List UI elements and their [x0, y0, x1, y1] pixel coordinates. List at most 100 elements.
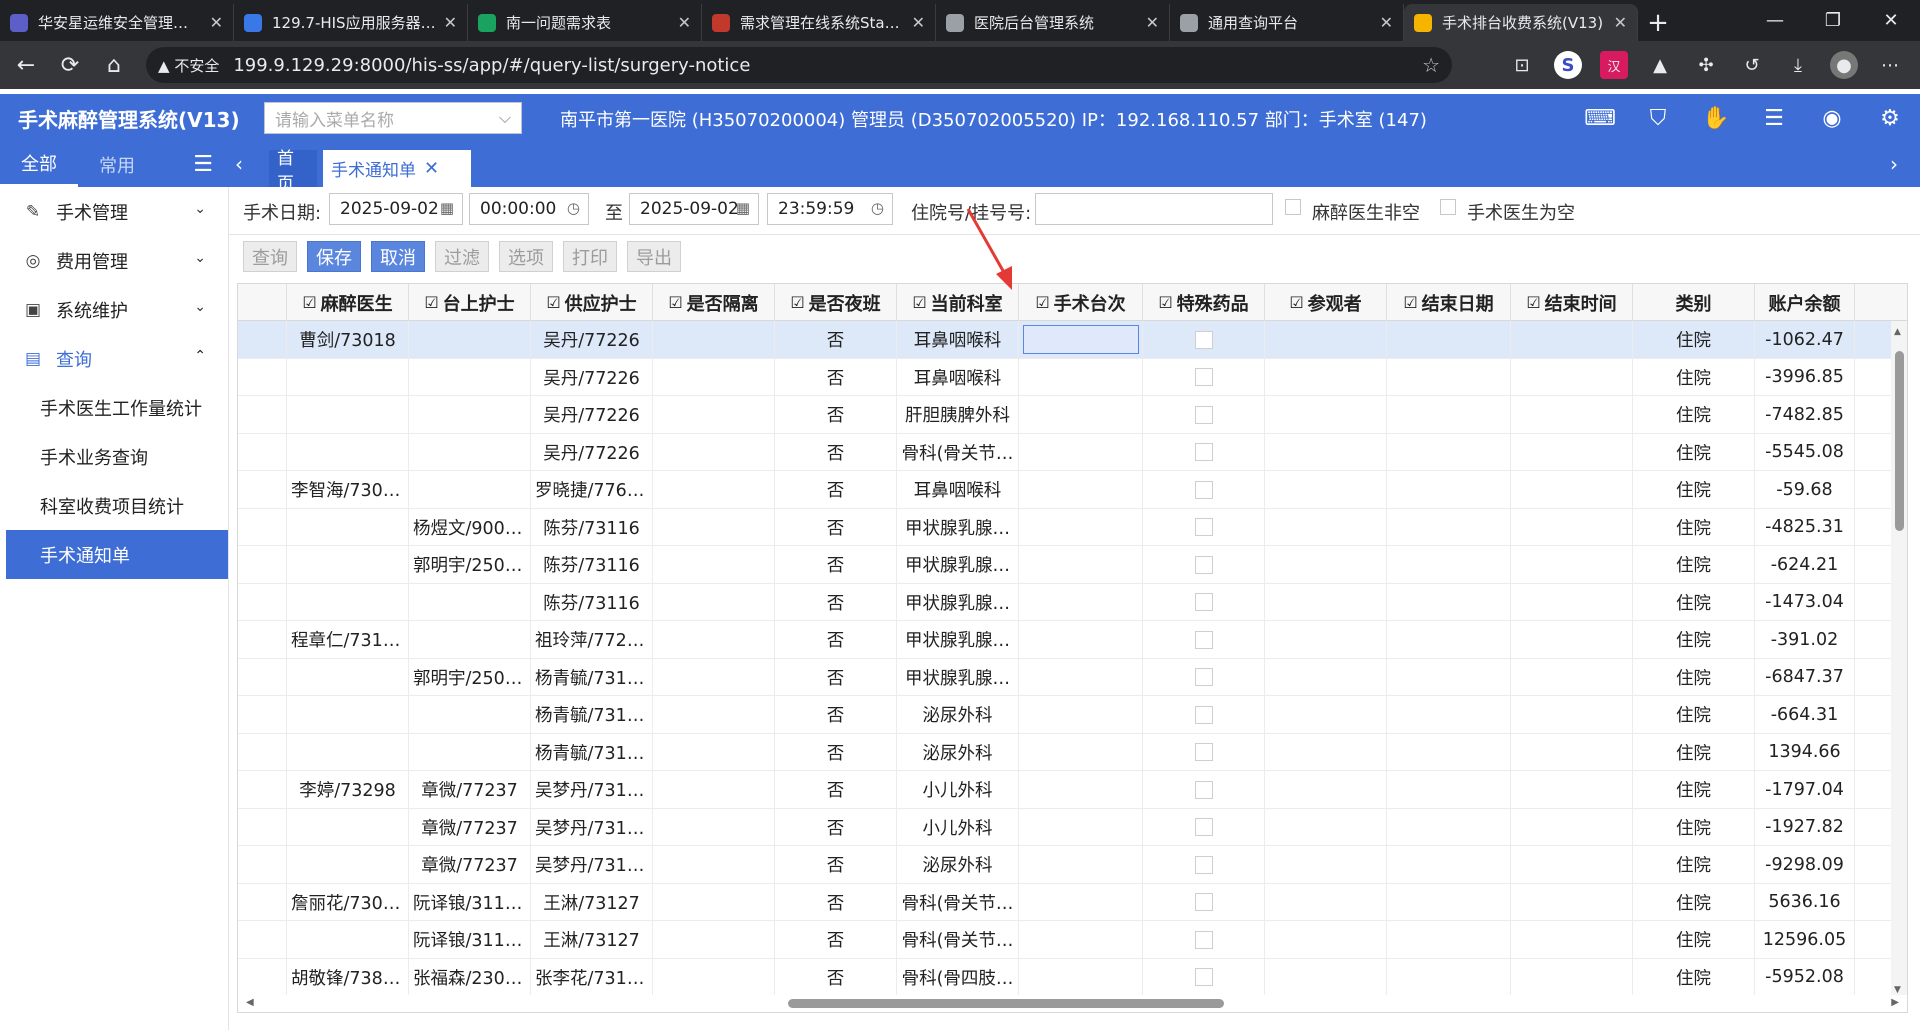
row-indicator[interactable] [238, 546, 287, 583]
table-row[interactable]: 吴丹/77226 否 耳鼻咽喉科 住院 -3996.85 [238, 358, 1907, 396]
table-cell[interactable] [653, 358, 775, 396]
close-tab-icon[interactable]: ✕ [444, 13, 457, 32]
sidebar-subitem-dept-fees[interactable]: 科室收费项目统计 [6, 481, 228, 530]
table-cell[interactable] [1265, 958, 1387, 996]
sidebar-subitem-notice[interactable]: 手术通知单 [6, 530, 228, 579]
table-row[interactable]: 郭明宇/250756 杨青毓/73122 否 甲状腺乳腺… 住院 -6847.37 [238, 658, 1907, 696]
row-indicator[interactable] [238, 921, 287, 958]
query-button[interactable]: 查询 [243, 241, 297, 272]
table-cell[interactable] [287, 658, 409, 696]
close-icon[interactable]: ✕ [424, 158, 439, 179]
table-cell[interactable] [1387, 358, 1511, 396]
table-row[interactable]: 阮译锒/31167 王淋/73127 否 骨科(骨关节… 住院 12596.05 [238, 921, 1907, 959]
tab-home[interactable]: 首页 [269, 149, 317, 194]
table-cell[interactable]: 否 [775, 358, 897, 396]
table-cell[interactable] [287, 696, 409, 733]
table-cell[interactable] [1265, 396, 1387, 433]
table-cell[interactable] [1387, 621, 1511, 658]
table-cell[interactable]: 程章仁/73142 [287, 621, 409, 658]
table-cell[interactable]: 耳鼻咽喉科 [897, 358, 1019, 396]
table-cell[interactable]: 张福森/230242 [409, 958, 531, 996]
table-cell[interactable]: 否 [775, 771, 897, 808]
table-cell[interactable]: 杨青毓/73122 [531, 696, 653, 733]
reload-icon[interactable]: ⟳ [48, 45, 92, 85]
table-row[interactable]: 程章仁/73142 祖玲萍/77221 否 甲状腺乳腺… 住院 -391.02 [238, 621, 1907, 659]
table-row[interactable]: 杨青毓/73122 否 泌尿外科 住院 1394.66 [238, 733, 1907, 771]
table-row[interactable]: 吴丹/77226 否 骨科(骨关节… 住院 -5545.08 [238, 433, 1907, 471]
table-cell[interactable] [1143, 883, 1265, 921]
table-row[interactable]: 章微/77237 吴梦丹/73147 否 泌尿外科 住院 -9298.09 [238, 846, 1907, 884]
scroll-right-icon[interactable]: › [1890, 152, 1898, 176]
table-cell[interactable] [653, 621, 775, 658]
table-cell[interactable]: 甲状腺乳腺… [897, 621, 1019, 658]
tab-surgery-notice[interactable]: 手术通知单 ✕ [323, 150, 471, 187]
special-drug-checkbox[interactable] [1194, 780, 1213, 799]
table-cell[interactable] [1265, 658, 1387, 696]
table-cell[interactable] [1143, 358, 1265, 396]
scroll-left-icon[interactable]: ◀ [246, 997, 254, 1008]
table-cell[interactable] [287, 583, 409, 621]
table-cell[interactable] [1019, 883, 1143, 921]
table-cell[interactable] [1511, 583, 1633, 621]
table-cell[interactable]: 王淋/73127 [531, 921, 653, 958]
table-cell[interactable] [653, 433, 775, 471]
table-cell[interactable]: 耳鼻咽喉科 [897, 321, 1019, 358]
column-header[interactable]: ☑ 供应护士 [531, 284, 653, 321]
row-indicator[interactable] [238, 658, 287, 696]
table-cell[interactable] [287, 808, 409, 846]
table-cell[interactable]: 骨科(骨关节… [897, 433, 1019, 471]
table-cell[interactable]: 住院 [1633, 921, 1755, 958]
table-cell[interactable]: 否 [775, 321, 897, 358]
sidebar-item-surgery[interactable]: ✎ 手术管理 ⌄ [6, 187, 228, 236]
table-cell[interactable]: 章微/77237 [409, 771, 531, 808]
table-cell[interactable] [1019, 358, 1143, 396]
table-cell[interactable]: 否 [775, 883, 897, 921]
table-cell[interactable]: 住院 [1633, 583, 1755, 621]
table-cell[interactable] [1143, 921, 1265, 958]
table-cell[interactable] [1265, 846, 1387, 883]
browser-tab[interactable]: 医院后台管理系统 ✕ [936, 4, 1170, 41]
close-tab-icon[interactable]: ✕ [210, 13, 223, 32]
table-cell[interactable]: 吴丹/77226 [531, 321, 653, 358]
table-cell[interactable] [653, 958, 775, 996]
table-cell[interactable] [653, 883, 775, 921]
table-cell[interactable] [1511, 771, 1633, 808]
table-row[interactable]: 吴丹/77226 否 肝胆胰脾外科 住院 -7482.85 [238, 396, 1907, 434]
table-cell[interactable]: -6847.37 [1755, 658, 1855, 696]
column-header[interactable]: ☑ 当前科室 [897, 284, 1019, 321]
table-cell[interactable]: 否 [775, 508, 897, 546]
table-cell[interactable] [1143, 583, 1265, 621]
table-cell[interactable] [1511, 733, 1633, 771]
table-cell[interactable] [1511, 508, 1633, 546]
table-cell[interactable]: -1473.04 [1755, 583, 1855, 621]
table-cell[interactable]: 住院 [1633, 321, 1755, 358]
table-cell[interactable] [1387, 471, 1511, 508]
table-cell[interactable]: 否 [775, 958, 897, 996]
table-cell[interactable] [1387, 583, 1511, 621]
table-cell[interactable]: 张李花/73139 [531, 958, 653, 996]
scroll-down-icon[interactable]: ▼ [1894, 985, 1901, 995]
table-cell[interactable] [1019, 696, 1143, 733]
table-cell[interactable]: 住院 [1633, 546, 1755, 583]
projector-icon[interactable]: ⛉ [1642, 102, 1674, 134]
table-cell[interactable] [1511, 358, 1633, 396]
table-cell[interactable]: 陈芬/73116 [531, 583, 653, 621]
calendar-icon[interactable]: ▦ [736, 199, 750, 217]
table-cell[interactable] [1143, 958, 1265, 996]
table-cell[interactable]: 住院 [1633, 658, 1755, 696]
row-indicator[interactable] [238, 583, 287, 621]
table-cell[interactable] [409, 733, 531, 771]
table-cell[interactable]: 否 [775, 433, 897, 471]
table-cell[interactable] [653, 321, 775, 358]
omnibox[interactable]: ▲ 不安全 199.9.129.29:8000/his-ss/app/#/que… [146, 47, 1452, 83]
url-text[interactable]: 199.9.129.29:8000/his-ss/app/#/query-lis… [233, 55, 1422, 76]
special-drug-checkbox[interactable] [1194, 593, 1213, 611]
surgery-order-edit-input[interactable] [1022, 325, 1139, 354]
table-row[interactable]: 陈芬/73116 否 甲状腺乳腺… 住院 -1473.04 [238, 583, 1907, 621]
browser-tab[interactable]: 129.7-HIS应用服务器01 ✕ [234, 4, 468, 41]
table-cell[interactable]: 郭明宇/250756 [409, 546, 531, 583]
table-cell[interactable]: 骨科(骨关节… [897, 883, 1019, 921]
special-drug-checkbox[interactable] [1194, 368, 1213, 386]
table-cell[interactable] [287, 358, 409, 396]
table-row[interactable]: 詹丽花/73017 阮译锒/31167 王淋/73127 否 骨科(骨关节… 住院 5636… [238, 883, 1907, 921]
